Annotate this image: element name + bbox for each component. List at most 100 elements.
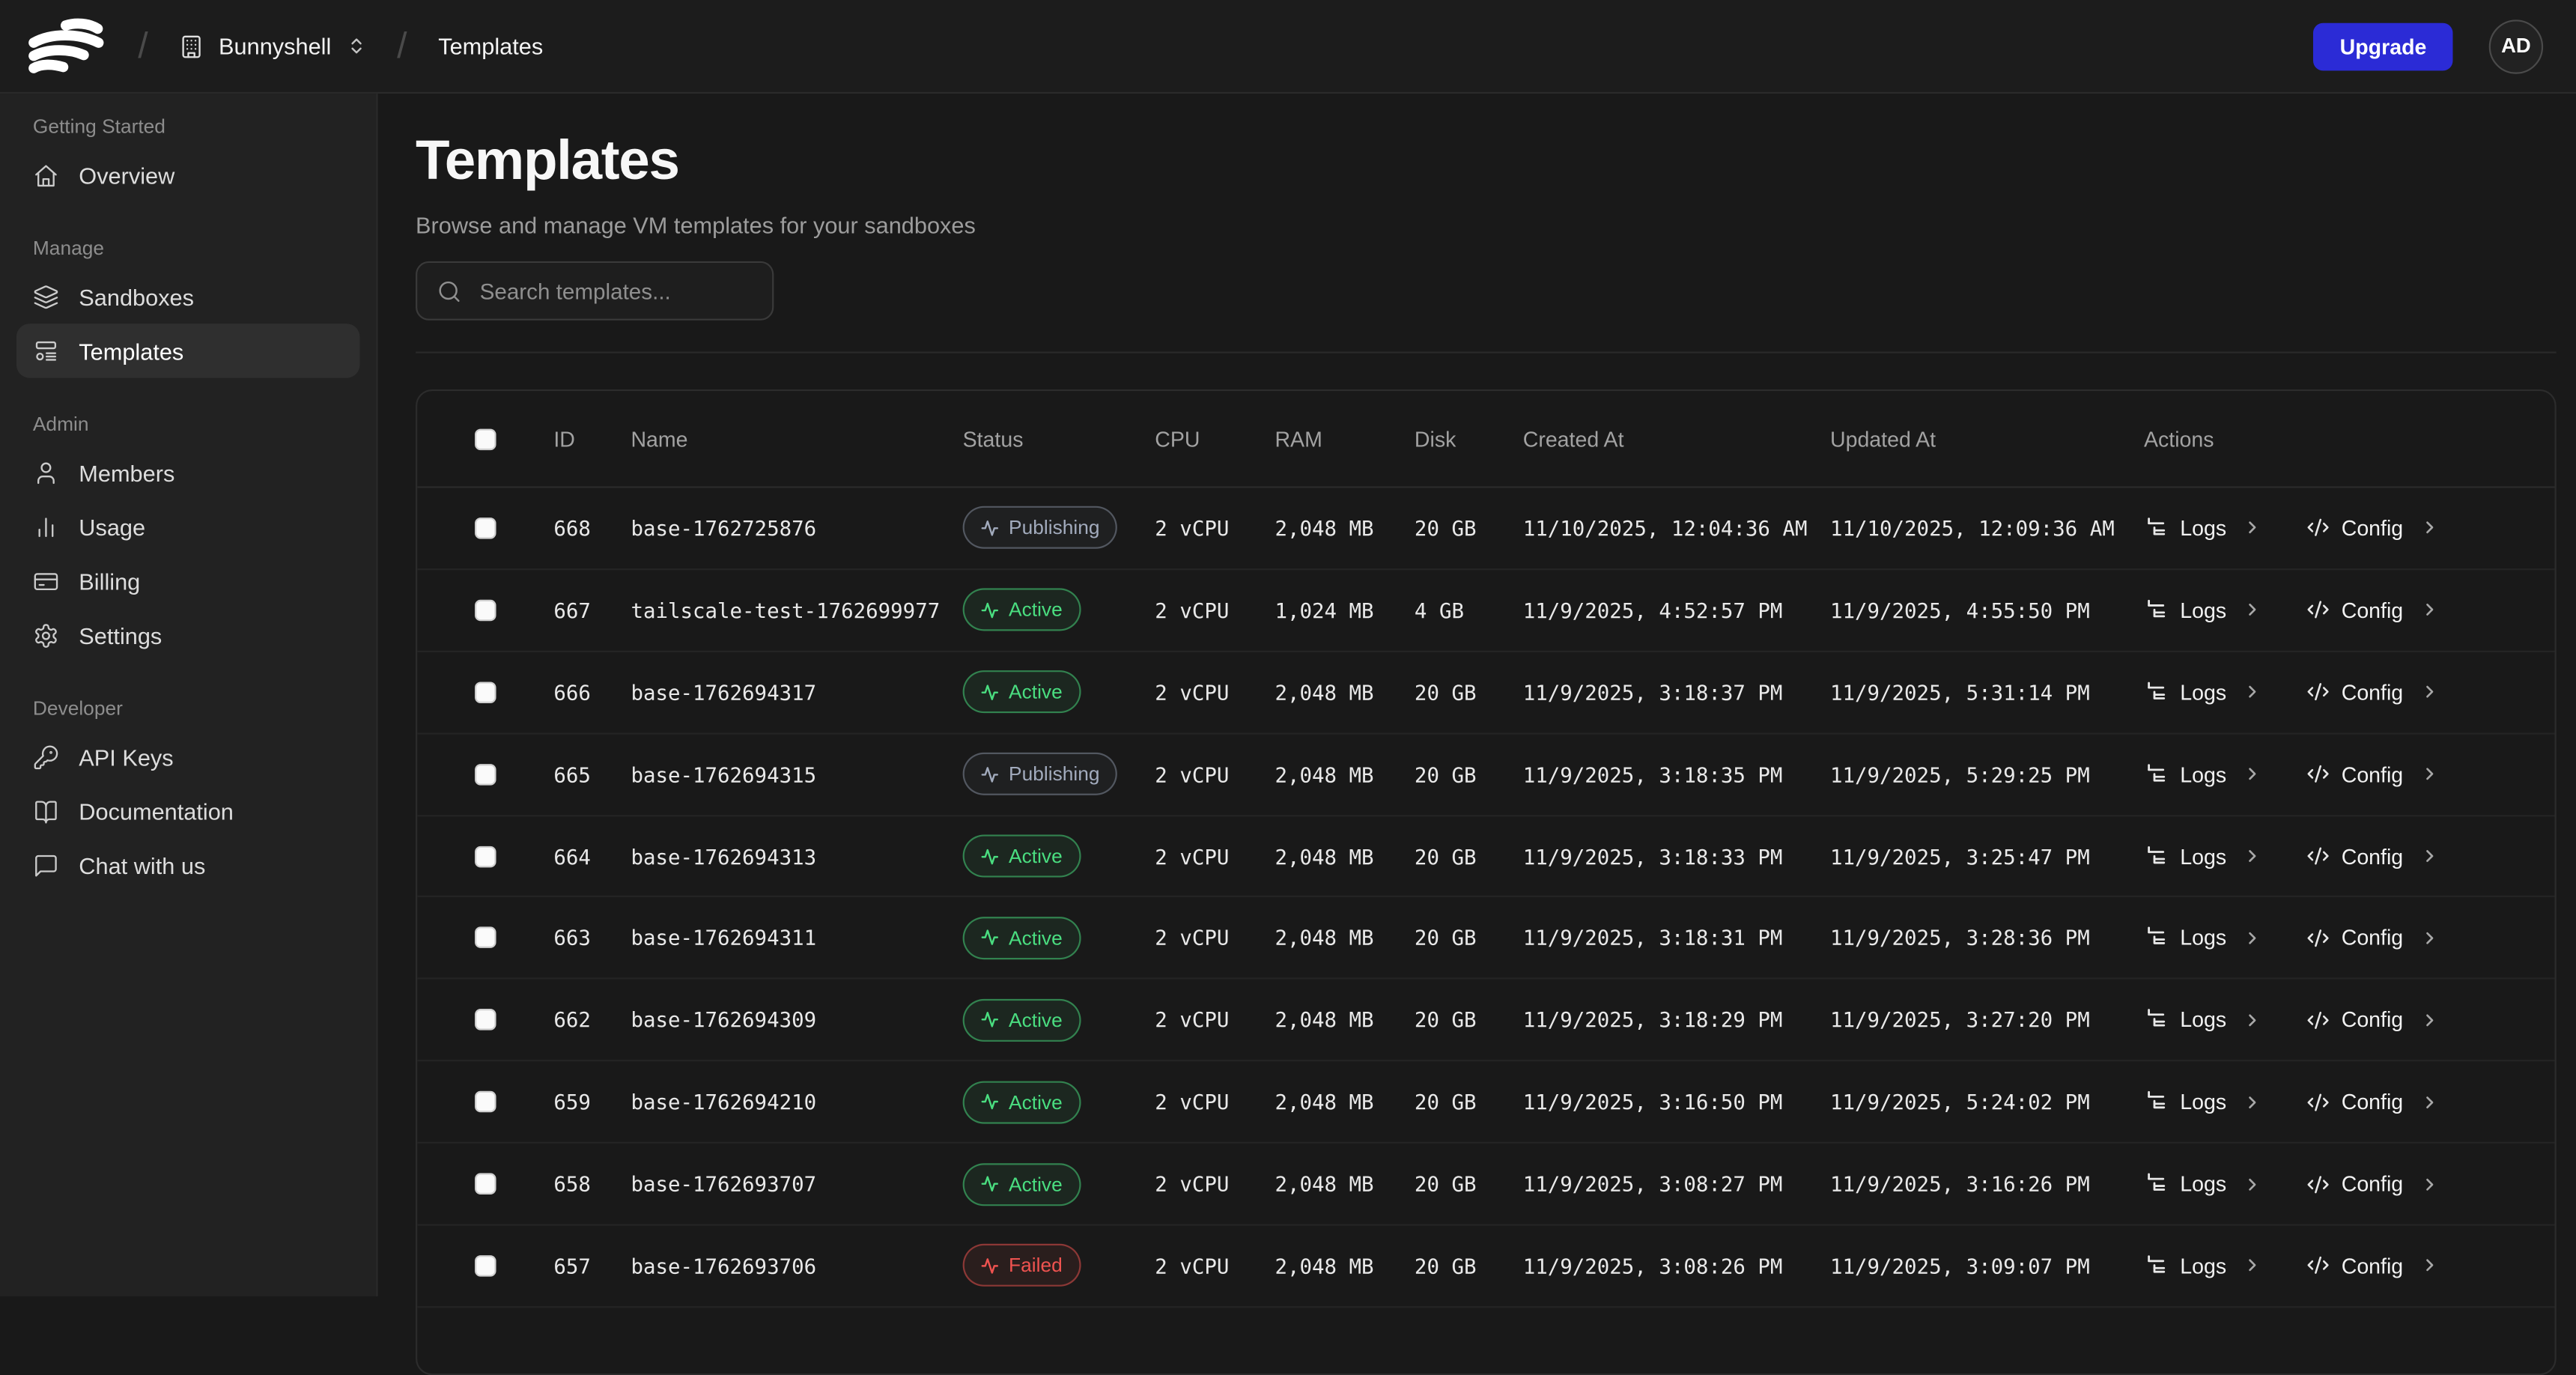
column-header-created-at: Created At xyxy=(1523,426,1830,451)
activity-icon xyxy=(981,929,999,947)
sidebar-item-chat-with-us[interactable]: Chat with us xyxy=(16,838,360,892)
status-badge: Active xyxy=(963,1162,1081,1205)
search-box xyxy=(416,261,774,321)
org-switcher[interactable]: Bunnyshell xyxy=(179,33,365,59)
status-label: Active xyxy=(1009,681,1063,704)
cell-updated-at: 11/10/2025, 12:09:36 AM xyxy=(1830,516,2144,541)
logs-label: Logs xyxy=(2180,516,2226,541)
row-checkbox[interactable] xyxy=(475,927,496,949)
logs-button[interactable]: Logs xyxy=(2144,1254,2262,1278)
config-label: Config xyxy=(2342,1171,2403,1196)
cell-cpu: 2 vCPU xyxy=(1155,516,1275,541)
row-checkbox[interactable] xyxy=(475,682,496,703)
sidebar-item-sandboxes[interactable]: Sandboxes xyxy=(16,270,360,324)
table-row: 659base-1762694210Active2 vCPU2,048 MB20… xyxy=(417,1062,2554,1144)
cell-name: base-1762694311 xyxy=(631,926,962,950)
row-checkbox[interactable] xyxy=(475,1010,496,1031)
logs-label: Logs xyxy=(2180,680,2226,705)
cell-status: Active xyxy=(963,998,1155,1041)
column-header-status: Status xyxy=(963,426,1155,451)
config-label: Config xyxy=(2342,844,2403,869)
sidebar-item-overview[interactable]: Overview xyxy=(16,148,360,201)
logs-button[interactable]: Logs xyxy=(2144,1090,2262,1114)
config-button[interactable]: Config xyxy=(2307,762,2440,786)
cell-status: Active xyxy=(963,589,1155,631)
templates-icon xyxy=(33,338,59,364)
logs-button[interactable]: Logs xyxy=(2144,680,2262,705)
cell-name: tailscale-test-1762699977 xyxy=(631,598,962,622)
cell-created-at: 11/9/2025, 3:18:31 PM xyxy=(1523,926,1830,950)
sidebar-item-members[interactable]: Members xyxy=(16,446,360,500)
logs-label: Logs xyxy=(2180,1090,2226,1114)
config-button[interactable]: Config xyxy=(2307,1090,2440,1114)
row-checkbox[interactable] xyxy=(475,1174,496,1195)
activity-icon xyxy=(981,765,999,783)
sidebar-item-billing[interactable]: Billing xyxy=(16,553,360,607)
config-button[interactable]: Config xyxy=(2307,1254,2440,1278)
config-button[interactable]: Config xyxy=(2307,516,2440,541)
status-badge: Publishing xyxy=(963,753,1118,795)
sidebar-item-documentation[interactable]: Documentation xyxy=(16,783,360,837)
sidebar-item-api-keys[interactable]: API Keys xyxy=(16,729,360,783)
cell-updated-at: 11/9/2025, 3:27:20 PM xyxy=(1830,1007,2144,1032)
sidebar-item-settings[interactable]: Settings xyxy=(16,608,360,662)
logs-label: Logs xyxy=(2180,1171,2226,1196)
column-header-updated-at: Updated At xyxy=(1830,426,2144,451)
config-button[interactable]: Config xyxy=(2307,598,2440,622)
search-input[interactable] xyxy=(476,277,753,305)
cell-id: 664 xyxy=(553,844,631,869)
book-icon xyxy=(33,798,59,824)
cell-name: base-1762694317 xyxy=(631,680,962,705)
logo[interactable] xyxy=(25,15,107,77)
logs-label: Logs xyxy=(2180,1254,2226,1278)
cell-id: 666 xyxy=(553,680,631,705)
column-header-name: Name xyxy=(631,426,962,451)
row-checkbox[interactable] xyxy=(475,1091,496,1113)
status-badge: Active xyxy=(963,671,1081,714)
sidebar-item-usage[interactable]: Usage xyxy=(16,500,360,553)
config-button[interactable]: Config xyxy=(2307,1171,2440,1196)
cell-checkbox xyxy=(475,1010,553,1031)
logs-button[interactable]: Logs xyxy=(2144,844,2262,869)
activity-icon xyxy=(981,1011,999,1029)
breadcrumb-separator: / xyxy=(138,25,148,67)
cell-ram: 2,048 MB xyxy=(1275,844,1414,869)
logs-button[interactable]: Logs xyxy=(2144,516,2262,541)
logs-button[interactable]: Logs xyxy=(2144,1007,2262,1032)
cell-id: 665 xyxy=(553,762,631,786)
logs-label: Logs xyxy=(2180,762,2226,786)
config-button[interactable]: Config xyxy=(2307,844,2440,869)
row-checkbox[interactable] xyxy=(475,599,496,621)
layers-icon xyxy=(33,283,59,309)
status-badge: Active xyxy=(963,1081,1081,1123)
config-label: Config xyxy=(2342,762,2403,786)
row-checkbox[interactable] xyxy=(475,763,496,785)
key-icon xyxy=(33,744,59,770)
config-button[interactable]: Config xyxy=(2307,1007,2440,1032)
cell-checkbox xyxy=(475,1091,553,1113)
logs-button[interactable]: Logs xyxy=(2144,926,2262,950)
cell-disk: 20 GB xyxy=(1415,926,1523,950)
cell-id: 657 xyxy=(553,1254,631,1278)
row-checkbox[interactable] xyxy=(475,1255,496,1277)
row-checkbox[interactable] xyxy=(475,517,496,539)
upgrade-button[interactable]: Upgrade xyxy=(2314,22,2453,70)
main-content: Templates Browse and manage VM templates… xyxy=(378,94,2576,1296)
select-all-checkbox[interactable] xyxy=(475,428,496,450)
chevron-right-icon xyxy=(2243,1010,2262,1030)
cell-updated-at: 11/9/2025, 3:16:26 PM xyxy=(1830,1171,2144,1196)
config-button[interactable]: Config xyxy=(2307,680,2440,705)
chevron-right-icon xyxy=(2243,846,2262,866)
row-checkbox[interactable] xyxy=(475,846,496,867)
avatar[interactable]: AD xyxy=(2489,19,2543,73)
activity-icon xyxy=(981,601,999,619)
cell-cpu: 2 vCPU xyxy=(1155,598,1275,622)
config-button[interactable]: Config xyxy=(2307,926,2440,950)
logs-button[interactable]: Logs xyxy=(2144,598,2262,622)
cell-disk: 20 GB xyxy=(1415,516,1523,541)
logs-button[interactable]: Logs xyxy=(2144,1171,2262,1196)
sidebar-item-templates[interactable]: Templates xyxy=(16,324,360,377)
logs-button[interactable]: Logs xyxy=(2144,762,2262,786)
code-icon xyxy=(2307,681,2330,704)
logs-label: Logs xyxy=(2180,926,2226,950)
